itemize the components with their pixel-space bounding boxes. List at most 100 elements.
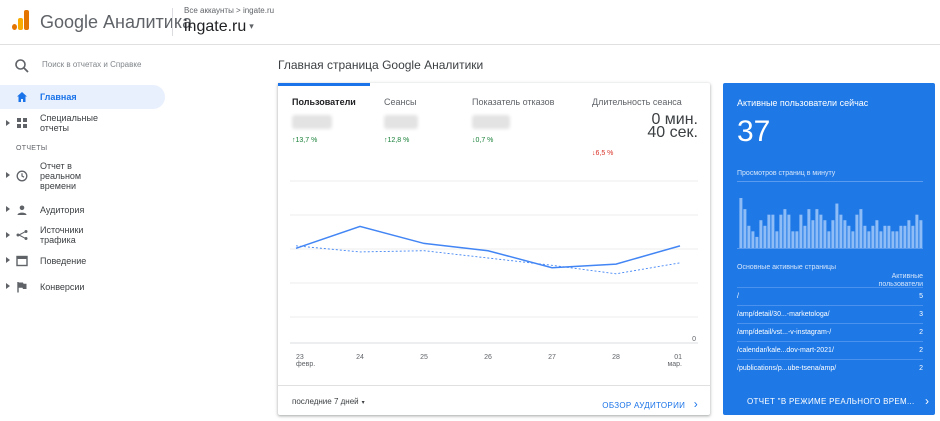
users-line-chart[interactable]: 0 23февр. 24 25 26 27 28 01мар. bbox=[288, 163, 700, 373]
pageview-bar bbox=[819, 214, 823, 248]
realtime-card: Активные пользователи сейчас 37 Просмотр… bbox=[723, 83, 935, 415]
chevron-right-icon: › bbox=[693, 397, 698, 411]
tab-bounce-rate[interactable]: Показатель отказов bbox=[472, 97, 554, 107]
acquisition-icon bbox=[16, 230, 28, 240]
clock-icon bbox=[16, 170, 28, 182]
sessions-delta: ↑12,8 % bbox=[384, 137, 410, 144]
pageview-bar bbox=[911, 225, 915, 248]
table-row[interactable]: /publications/p...ube-tsena/amp/ 2 bbox=[737, 359, 923, 377]
analytics-logo-icon[interactable] bbox=[12, 10, 30, 30]
active-tab-indicator bbox=[278, 83, 370, 86]
chevron-right-icon bbox=[6, 257, 10, 263]
pageview-bar bbox=[835, 203, 839, 248]
sessions-value-redacted bbox=[384, 115, 418, 129]
chevron-right-icon bbox=[6, 283, 10, 289]
chevron-right-icon bbox=[6, 206, 10, 212]
date-range-label: последние 7 дней bbox=[292, 397, 359, 406]
pageview-bar bbox=[771, 214, 775, 248]
sidebar-item-acquisition[interactable]: Источники трафика bbox=[0, 222, 165, 248]
bounce-rate-value-redacted bbox=[472, 115, 510, 129]
sidebar-item-label: Специальные отчеты bbox=[40, 113, 98, 133]
divider bbox=[737, 181, 923, 182]
realtime-report-link[interactable]: ОТЧЕТ "В РЕЖИМЕ РЕАЛЬНОГО ВРЕМ... › bbox=[723, 389, 935, 415]
bounce-rate-delta: ↓0,7 % bbox=[472, 137, 494, 144]
x-tick-label: 01 bbox=[674, 354, 682, 361]
pageview-bar bbox=[787, 214, 791, 248]
search-icon bbox=[15, 59, 29, 73]
active-users-count: 5 bbox=[919, 293, 923, 300]
table-row[interactable]: /calendar/kale...dov-mart-2021/ 2 bbox=[737, 341, 923, 359]
sidebar-item-behavior[interactable]: Поведение bbox=[0, 249, 165, 273]
pageview-bar bbox=[875, 220, 879, 248]
pageview-bar bbox=[779, 214, 783, 248]
pageview-bar bbox=[783, 209, 787, 248]
account-selector[interactable]: ingate.ru ▾ bbox=[184, 18, 254, 36]
session-duration-delta: ↓6,5 % bbox=[592, 150, 614, 157]
tab-users[interactable]: Пользователи bbox=[292, 97, 356, 107]
x-tick-label: 28 bbox=[612, 354, 620, 361]
pageview-bar bbox=[743, 209, 747, 248]
sidebar-item-realtime[interactable]: Отчет в реальном времени bbox=[0, 158, 165, 194]
pageview-bar bbox=[895, 231, 899, 248]
pageview-bar bbox=[871, 225, 875, 248]
pageview-bar bbox=[915, 214, 919, 248]
top-pages-header: Основные активные страницы bbox=[737, 264, 837, 271]
pageview-bar bbox=[891, 231, 895, 248]
pageview-bar bbox=[903, 225, 907, 248]
pageview-bar bbox=[843, 220, 847, 248]
dashboard-grid-icon bbox=[17, 118, 27, 128]
active-users-count: 2 bbox=[919, 329, 923, 336]
realtime-active-users: 37 bbox=[737, 115, 771, 148]
x-tick-label: 27 bbox=[548, 354, 556, 361]
sidebar-item-custom-reports[interactable]: Специальные отчеты bbox=[0, 110, 165, 136]
table-row[interactable]: /amp/detail/vst...-v-instagram-/ 2 bbox=[737, 323, 923, 341]
app-header: Google Аналитика Все аккаунты > ingate.r… bbox=[0, 0, 940, 45]
pageview-bar bbox=[815, 209, 819, 248]
account-name: ingate.ru bbox=[184, 18, 247, 35]
tab-session-duration[interactable]: Длительность сеанса bbox=[592, 97, 682, 107]
pageviews-bar-chart bbox=[739, 198, 923, 248]
table-row[interactable]: /amp/detail/30...-marketologa/ 3 bbox=[737, 305, 923, 323]
pageview-bar bbox=[919, 220, 923, 248]
chevron-down-icon: ▾ bbox=[361, 400, 365, 406]
home-icon bbox=[17, 92, 27, 102]
date-range-selector[interactable]: последние 7 дней ▾ bbox=[292, 397, 365, 406]
audience-overview-label: ОБЗОР АУДИТОРИИ bbox=[602, 401, 686, 410]
sidebar-item-label: Конверсии bbox=[40, 282, 85, 292]
pageview-bar bbox=[811, 220, 815, 248]
page-path: / bbox=[737, 293, 739, 300]
brand-name[interactable]: Google Аналитика bbox=[40, 12, 192, 33]
pageview-bar bbox=[879, 231, 883, 248]
active-users-count: 3 bbox=[919, 311, 923, 318]
pageview-bar bbox=[759, 220, 763, 248]
sidebar-item-home[interactable]: Главная bbox=[0, 85, 165, 109]
audience-overview-link[interactable]: ОБЗОР АУДИТОРИИ › bbox=[602, 397, 698, 411]
pageview-bar bbox=[775, 231, 779, 248]
breadcrumb[interactable]: Все аккаунты > ingate.ru bbox=[184, 6, 274, 15]
pageview-bar bbox=[831, 220, 835, 248]
pageview-bar bbox=[763, 225, 767, 248]
person-icon bbox=[17, 205, 27, 215]
pageview-bar bbox=[739, 198, 743, 248]
sidebar: Поиск в отчетах и Справке Главная Специа… bbox=[0, 46, 172, 421]
pageview-bar bbox=[867, 231, 871, 248]
duration-seconds: 40 сек. bbox=[647, 124, 698, 141]
flag-icon bbox=[17, 282, 27, 293]
x-tick-label: 26 bbox=[484, 354, 492, 361]
tab-sessions[interactable]: Сеансы bbox=[384, 97, 416, 107]
pageview-bar bbox=[799, 214, 803, 248]
sidebar-search[interactable]: Поиск в отчетах и Справке bbox=[14, 56, 164, 76]
chevron-right-icon bbox=[6, 232, 10, 238]
y-tick-label: 0 bbox=[692, 336, 696, 343]
users-delta: ↑13,7 % bbox=[292, 137, 318, 144]
pageview-bar bbox=[907, 220, 911, 248]
table-row[interactable]: / 5 bbox=[737, 287, 923, 305]
search-placeholder: Поиск в отчетах и Справке bbox=[42, 60, 142, 69]
pageview-bar bbox=[855, 214, 859, 248]
sidebar-item-conversions[interactable]: Конверсии bbox=[0, 275, 165, 299]
page-path: /amp/detail/vst...-v-instagram-/ bbox=[737, 329, 832, 336]
sidebar-item-audience[interactable]: Аудитория bbox=[0, 198, 165, 222]
pageview-bar bbox=[863, 225, 867, 248]
behavior-icon bbox=[16, 255, 28, 267]
pageview-bar bbox=[767, 214, 771, 248]
